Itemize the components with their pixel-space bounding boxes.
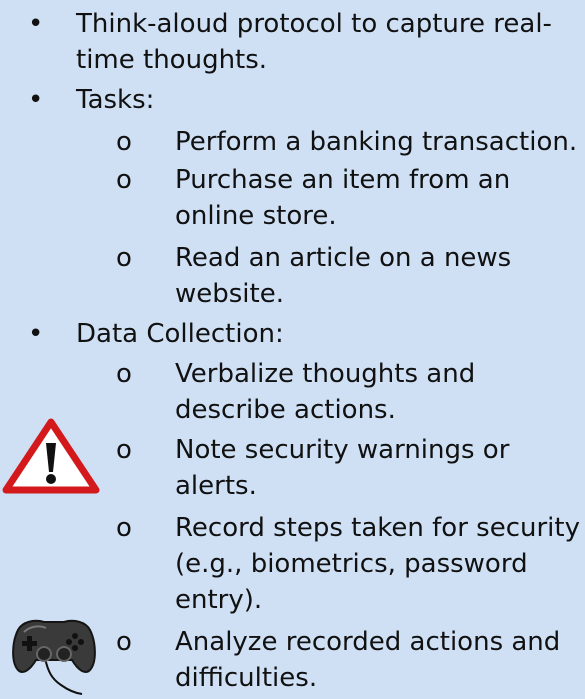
- sub-bullet-marker: o: [116, 435, 132, 465]
- bullet-text-line: website.: [175, 279, 284, 309]
- bullet-text-line: Tasks:: [76, 85, 155, 115]
- bullet-text-line: entry).: [175, 585, 263, 615]
- bullet-text-line: Purchase an item from an: [175, 165, 511, 195]
- bullet-text-line: Verbalize thoughts and: [175, 359, 476, 389]
- bullet-text-line: Read an article on a news: [175, 243, 512, 273]
- bullet-text-line: (e.g., biometrics, password: [175, 549, 528, 579]
- bullet-text-line: online store.: [175, 201, 337, 231]
- bullet-text-line: describe actions.: [175, 395, 396, 425]
- warning-triangle-icon: [2, 418, 100, 494]
- sub-bullet-marker: o: [116, 243, 132, 273]
- bullet-text-line: Note security warnings or: [175, 435, 510, 465]
- sub-bullet-marker: o: [116, 627, 132, 657]
- bullet-text-line: Record steps taken for security: [175, 513, 580, 543]
- bullet-marker: •: [28, 85, 44, 115]
- bullet-marker: •: [28, 9, 44, 39]
- bullet-text-line: alerts.: [175, 471, 257, 501]
- bullet-text-line: difficulties.: [175, 663, 318, 693]
- bullet-text-line: Analyze recorded actions and: [175, 627, 561, 657]
- sub-bullet-marker: o: [116, 127, 132, 157]
- bullet-text-line: time thoughts.: [76, 45, 268, 75]
- slide-content: • Think-aloud protocol to capture real- …: [0, 0, 585, 695]
- game-controller-icon: [10, 612, 98, 695]
- bullet-text-line: Think-aloud protocol to capture real-: [76, 9, 552, 39]
- bullet-marker: •: [28, 319, 44, 349]
- sub-bullet-marker: o: [116, 359, 132, 389]
- sub-bullet-marker: o: [116, 165, 132, 195]
- sub-bullet-marker: o: [116, 513, 132, 543]
- bullet-text-line: Data Collection:: [76, 319, 284, 349]
- bullet-text-line: Perform a banking transaction.: [175, 127, 578, 157]
